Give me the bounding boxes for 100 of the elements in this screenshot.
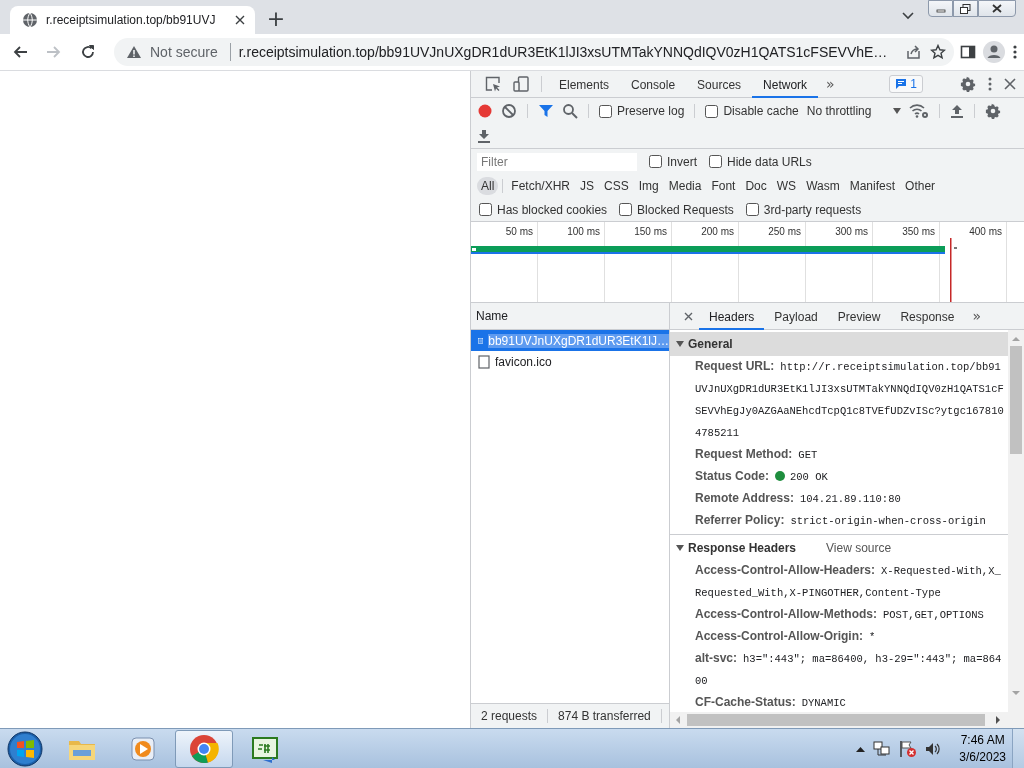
checkbox-label: 3rd-party requests (763, 202, 862, 217)
type-filter[interactable]: Font (707, 177, 740, 195)
status-text: 2 requests (481, 709, 538, 723)
type-filter[interactable]: Doc (741, 177, 771, 195)
address-bar[interactable]: Not secure r.receiptsimulation.top/bb91UVJnUXgDR1dUR3EtK1lJI3xsUTMTakYNNQdIQV0zH1QATS1cFSEVVhE… (114, 38, 954, 66)
chrome-icon (188, 732, 220, 765)
new-tab-button[interactable]: + (261, 4, 291, 34)
flag-icon[interactable] (899, 739, 918, 758)
type-filter[interactable]: Img (634, 177, 663, 195)
details-tab[interactable]: Preview (827, 303, 891, 330)
taskbar-button[interactable] (175, 729, 233, 768)
type-filter[interactable]: CSS (600, 177, 633, 195)
clear-icon[interactable] (501, 103, 517, 119)
security-chip[interactable]: Not secure (122, 44, 222, 60)
checkbox-label: Blocked Requests (637, 202, 734, 217)
type-filter[interactable]: Manifest (845, 177, 900, 195)
chevron-down-icon[interactable] (902, 12, 914, 20)
view-source-link[interactable]: View source (826, 540, 892, 555)
issues-button[interactable]: 1 (889, 75, 923, 93)
forward-icon (46, 44, 62, 60)
triangle-icon (676, 340, 684, 348)
settings-icon[interactable] (960, 76, 976, 92)
more-tabs-button[interactable]: » (818, 71, 843, 97)
vertical-scrollbar[interactable] (1008, 330, 1024, 712)
checkbox[interactable] (709, 155, 722, 168)
checkbox-label: Disable cache (723, 104, 799, 118)
tick-label: 350 ms (902, 226, 935, 237)
restore-button[interactable] (953, 0, 978, 17)
more-options-icon[interactable] (988, 77, 992, 91)
device-icon[interactable] (513, 76, 529, 92)
type-filter[interactable]: Other (901, 177, 940, 195)
menu-icon[interactable] (1012, 44, 1018, 60)
filter-field[interactable]: Filter (477, 152, 637, 171)
settings-icon[interactable] (985, 103, 1002, 119)
section-title: General (688, 337, 733, 351)
header-row-text: CF-Cache-Status: DYNAMIC (694, 694, 847, 711)
browser-tab[interactable]: r.receiptsimulation.top/bb91UVJ (10, 6, 255, 34)
header-row-text: Request Method: GET (694, 446, 819, 463)
checkbox[interactable] (479, 203, 492, 216)
type-filter[interactable]: WS (772, 177, 801, 195)
share-icon[interactable] (906, 44, 922, 60)
checkbox[interactable] (619, 203, 633, 216)
checkbox-label: Has blocked cookies (497, 202, 608, 217)
request-name: bb91UVJnUXgDR1dUR3EtK1lJ… (488, 333, 669, 348)
close-icon[interactable] (684, 311, 693, 321)
checkbox-label: Preserve log (617, 104, 685, 118)
close-icon[interactable] (1004, 78, 1016, 90)
more-tabs-button[interactable]: » (964, 303, 990, 329)
status-text: 874 B transferred (558, 709, 651, 723)
checkbox[interactable] (705, 104, 719, 118)
status-dot-icon (775, 471, 785, 481)
profile-icon[interactable] (982, 40, 1006, 64)
upload-icon[interactable] (950, 104, 965, 118)
tick-label: 50 ms (505, 226, 533, 237)
tick-label: 100 ms (567, 226, 600, 237)
request-name: favicon.ico (495, 354, 552, 369)
checkbox[interactable] (745, 203, 759, 216)
star-icon[interactable] (930, 44, 946, 60)
tick-label: 150 ms (634, 226, 667, 237)
type-filter[interactable]: Media (664, 177, 706, 195)
clock-time: 7:46 AM (960, 731, 1005, 749)
checkbox[interactable] (649, 155, 662, 168)
horizontal-scrollbar[interactable] (670, 712, 1024, 728)
details-tab[interactable]: Payload (764, 303, 828, 330)
sidebar-icon[interactable] (960, 44, 976, 60)
type-filter[interactable]: All (477, 177, 499, 195)
header-row-text: Remote Address: 104.21.89.110:80 (694, 490, 902, 507)
devtools-tab[interactable]: Sources (686, 71, 753, 98)
details-tab[interactable]: Response (890, 303, 965, 330)
wifi-settings-icon[interactable] (909, 103, 930, 119)
header-name: Status Code: (695, 469, 769, 483)
checkbox-label: Invert (667, 154, 697, 169)
type-filter[interactable]: Fetch/XHR (507, 177, 575, 195)
devtools-tab[interactable]: Console (620, 71, 687, 98)
inspect-icon[interactable] (485, 76, 501, 92)
tick-label: 300 ms (835, 226, 868, 237)
close-icon (992, 4, 1002, 13)
close-icon[interactable] (235, 15, 245, 25)
request-row[interactable]: favicon.ico (471, 351, 669, 372)
throttling-select[interactable]: No throttling (806, 104, 902, 118)
devtools-tab[interactable]: Elements (548, 71, 621, 98)
header-row-text: Access-Control-Allow-Methods: POST,GET,OPTIONS (694, 606, 985, 623)
type-filter[interactable]: Wasm (802, 177, 844, 195)
search-icon[interactable] (562, 103, 578, 119)
header-row-text: alt-svc: h3=":443"; ma=86400, h3-29=":443"; ma=86400 (694, 650, 1003, 689)
message-icon (895, 78, 908, 90)
network-icon[interactable] (873, 740, 892, 757)
clock-date: 3/6/2023 (959, 748, 1006, 766)
section-header[interactable]: General (670, 332, 1008, 356)
download-icon[interactable] (477, 129, 491, 143)
tick-label: 250 ms (768, 226, 801, 237)
header-row-text: Access-Control-Allow-Headers: X-Requested-With,X_Requested_With,X-PINGOTHER,Content-Type (694, 562, 1002, 601)
tick-label: 400 ms (969, 226, 1002, 237)
filter-icon[interactable] (538, 103, 554, 119)
close-window-button[interactable] (978, 0, 1016, 17)
record-icon[interactable] (477, 103, 493, 119)
checkbox[interactable] (599, 104, 612, 118)
type-filter[interactable]: JS (576, 177, 599, 195)
caret-up-icon[interactable] (856, 745, 866, 752)
tick-label: 200 ms (701, 226, 734, 237)
